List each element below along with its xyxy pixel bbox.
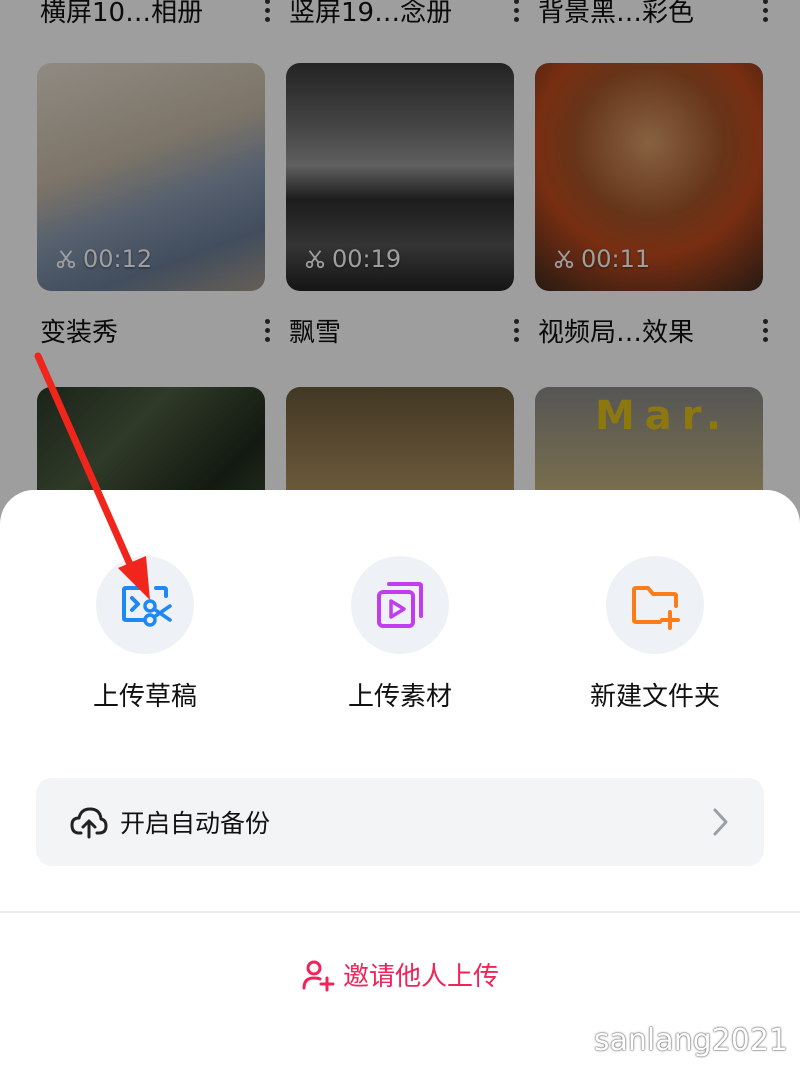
action-icon-circle	[351, 556, 449, 654]
upload-media-button[interactable]: 上传素材	[300, 556, 500, 713]
upload-draft-icon	[122, 586, 172, 627]
new-folder-icon	[632, 586, 680, 630]
new-folder-button[interactable]: 新建文件夹	[555, 556, 755, 713]
action-label: 新建文件夹	[589, 682, 720, 712]
invite-label: 邀请他人上传	[342, 962, 499, 992]
invite-upload-button[interactable]: 邀请他人上传	[0, 956, 800, 993]
action-label: 上传素材	[347, 682, 452, 712]
divider	[0, 911, 800, 913]
watermark: sanlang2021	[593, 1023, 788, 1058]
auto-backup-row[interactable]: 开启自动备份	[36, 778, 764, 866]
chevron-right-icon	[713, 808, 728, 836]
add-person-icon	[302, 960, 335, 991]
upload-draft-button[interactable]: 上传草稿	[45, 556, 245, 713]
upload-media-icon	[377, 582, 423, 628]
auto-backup-label: 开启自动备份	[120, 809, 271, 838]
action-icon-circle	[606, 556, 704, 654]
action-icon-circle	[96, 556, 194, 654]
action-label: 上传草稿	[92, 682, 197, 712]
upload-bottom-sheet: 上传草稿 上传素材 新建文件夹 开启自动备份 邀请他人上传	[0, 490, 800, 1066]
cloud-upload-icon	[70, 807, 108, 839]
